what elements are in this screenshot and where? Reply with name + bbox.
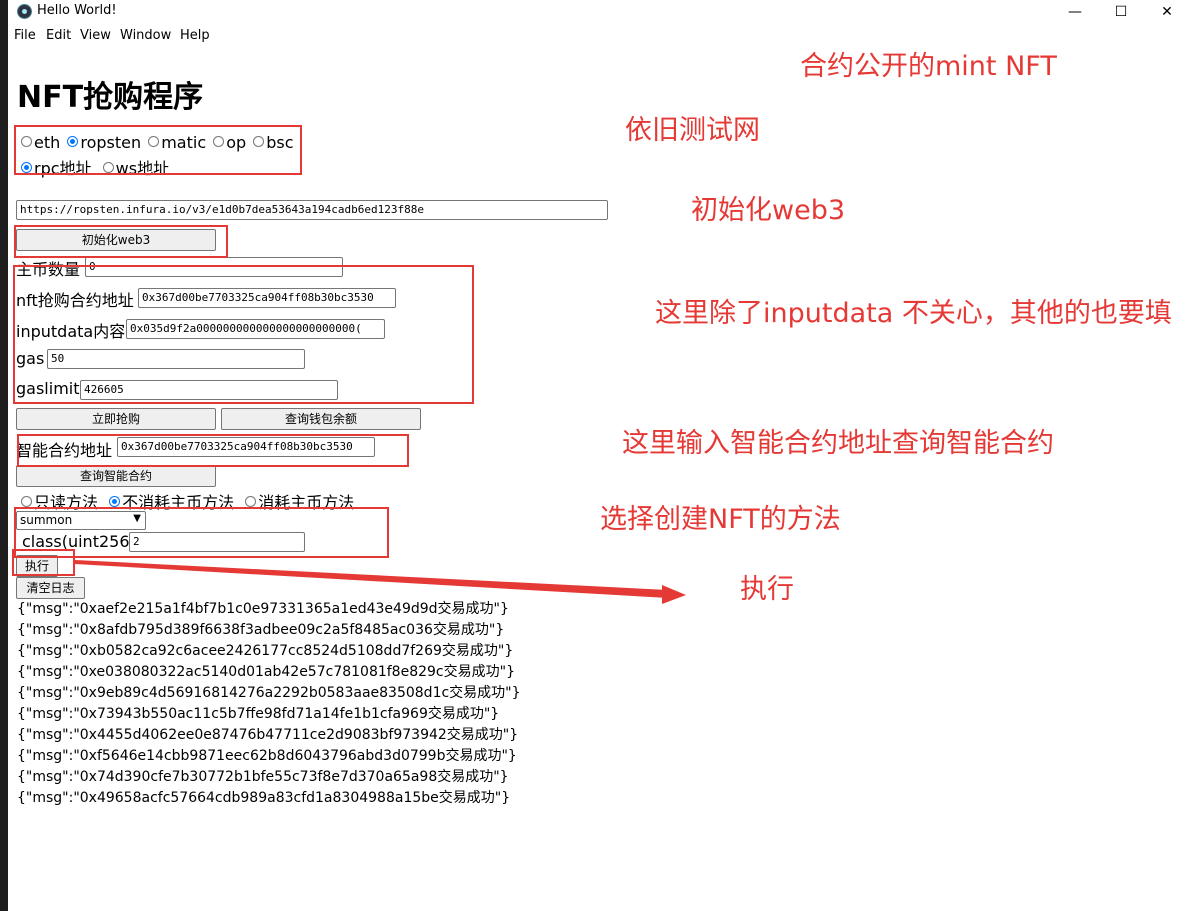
annotation-fields-note: 这里除了inputdata 不关心，其他的也要填: [655, 298, 1172, 329]
annotation-testnet-note: 依旧测试网: [625, 115, 760, 146]
annotation-contract-note: 这里输入智能合约地址查询智能合约: [622, 428, 1054, 459]
annotation-init-note: 初始化web3: [691, 195, 846, 226]
annotation-mint-note: 合约公开的mint NFT: [800, 51, 1057, 82]
annotation-execute-note: 执行: [740, 574, 794, 605]
annotation-method-note: 选择创建NFT的方法: [600, 504, 841, 535]
